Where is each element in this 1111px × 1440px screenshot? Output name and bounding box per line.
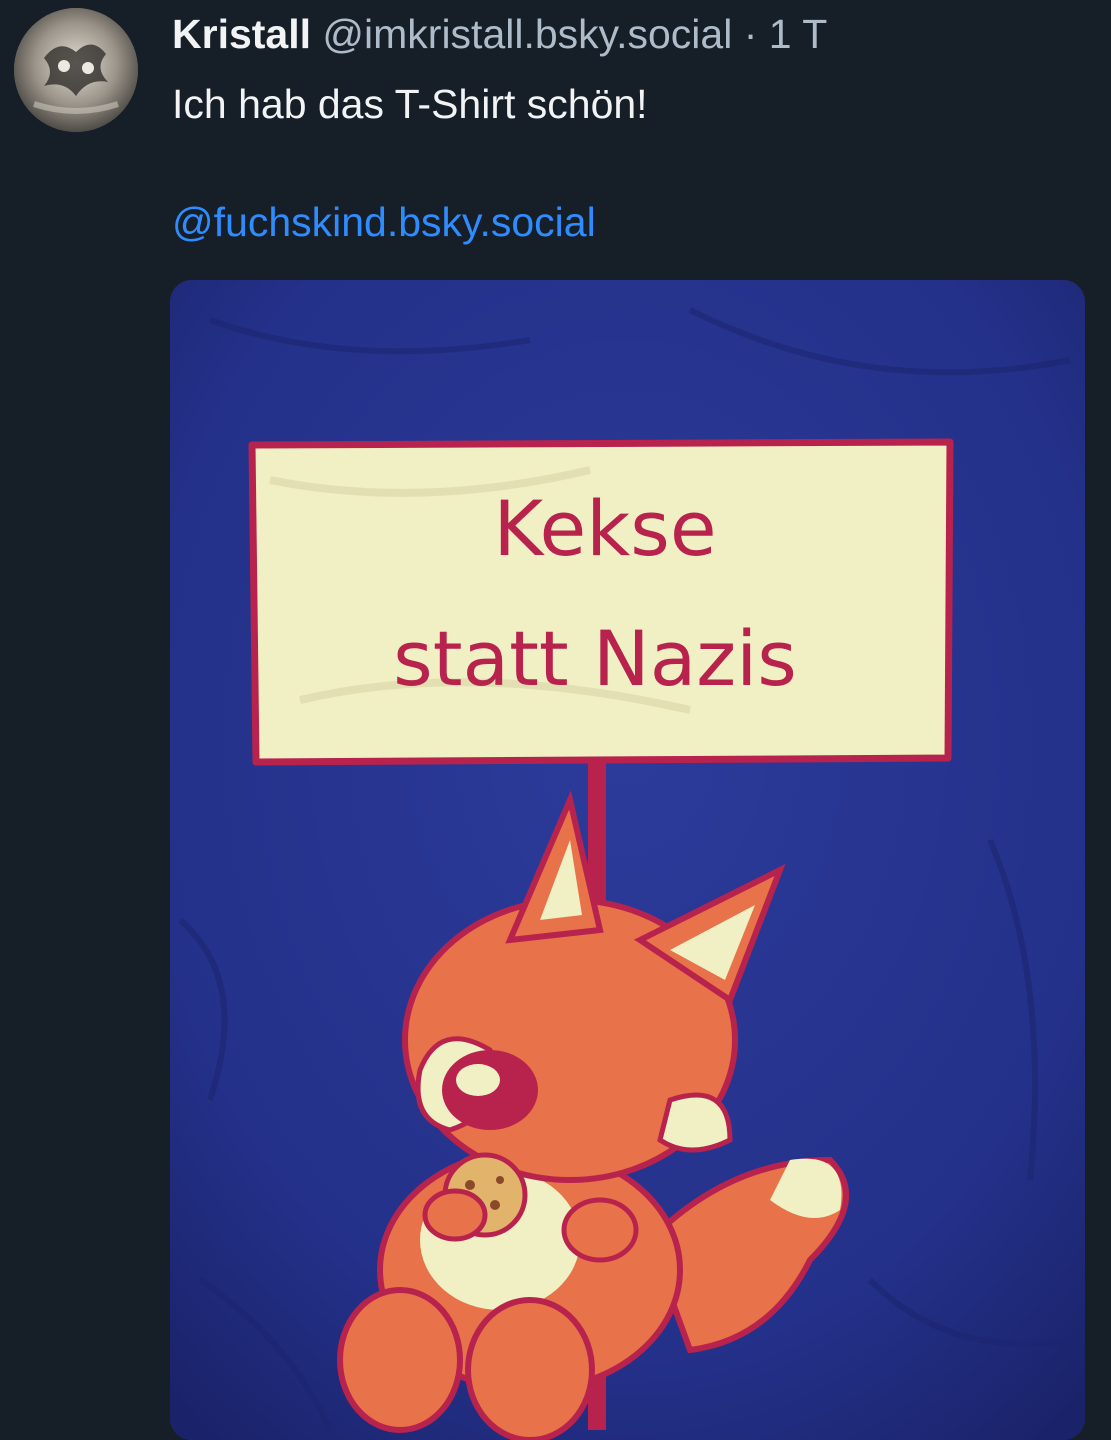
sign-text-line-1: Kekse [493, 484, 716, 573]
mention-link[interactable]: @fuchskind.bsky.social [172, 196, 596, 248]
tshirt-photo: Kekse statt Nazis [170, 280, 1085, 1440]
header-separator: · [743, 11, 758, 57]
author-handle[interactable]: @imkristall.bsky.social [322, 11, 732, 57]
post-header: Kristall @imkristall.bsky.social · 1 T [172, 10, 827, 58]
post-image[interactable]: Kekse statt Nazis [170, 280, 1085, 1440]
post-age[interactable]: 1 T [769, 11, 828, 57]
avatar-image [14, 8, 138, 132]
author-avatar[interactable] [14, 8, 138, 132]
sign-text-line-2: statt Nazis [393, 614, 797, 703]
author-display-name[interactable]: Kristall [172, 11, 311, 57]
post-text: Ich hab das T-Shirt schön! [172, 81, 648, 127]
